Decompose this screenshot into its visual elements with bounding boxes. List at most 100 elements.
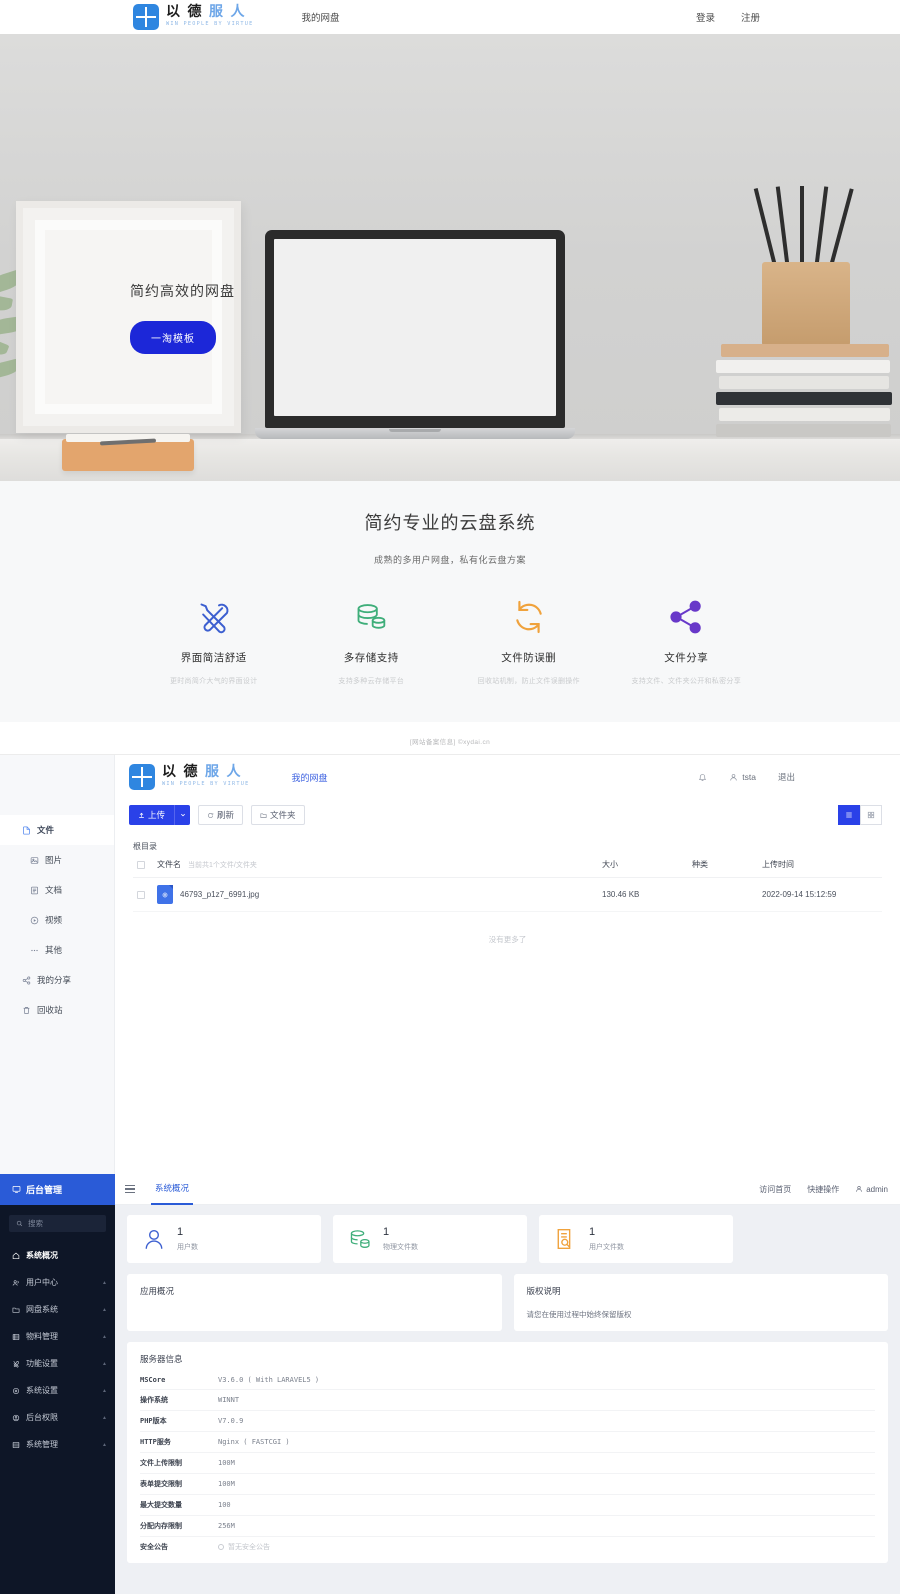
new-folder-button[interactable]: 文件夹 [251, 805, 305, 825]
server-info-panel: 服务器信息 MSCore V3.6.0 ( With LARAVEL5 ) 操作… [127, 1342, 888, 1563]
admin-user-menu[interactable]: admin [855, 1185, 888, 1194]
hero-books [716, 344, 892, 440]
table-row[interactable]: 46793_p1z7_6991.jpg 130.46 KB 2022-09-14… [133, 878, 882, 912]
admin-menu-label: 后台权限 [26, 1413, 58, 1422]
server-info-key: 操作系统 [140, 1396, 168, 1404]
sidebar-item-other[interactable]: 其他 [0, 935, 114, 965]
stat-card-physical-files: 1 物理文件数 [333, 1215, 527, 1263]
refresh-button[interactable]: 刷新 [198, 805, 244, 825]
server-info-row: PHP版本 V7.0.9 [140, 1411, 875, 1432]
file-time-cell: 2022-09-14 15:12:59 [762, 890, 837, 899]
server-info-row: 表单提交限制 100M [140, 1474, 875, 1495]
user-icon [730, 773, 737, 781]
share-icon [22, 975, 31, 985]
sidebar-item-recycle[interactable]: 回收站 [0, 995, 114, 1025]
refresh-label: 刷新 [217, 810, 235, 820]
features-list: 界面简洁舒适 更时尚简介大气的界面设计 多存储支持 支持多种云存储平台 文件防误… [0, 594, 900, 686]
chevron-up-icon: ▲ [102, 1387, 107, 1394]
sidebar-item-videos[interactable]: 视频 [0, 905, 114, 935]
chevron-up-icon: ▲ [102, 1414, 107, 1421]
search-icon [16, 1220, 23, 1227]
ellipsis-icon [31, 949, 38, 951]
admin-menu-label: 物料管理 [26, 1332, 58, 1341]
admin-menu-materials[interactable]: 物料管理 ▲ [0, 1323, 115, 1350]
list-view-icon[interactable] [838, 805, 860, 825]
monitor-icon [12, 1186, 21, 1193]
feature-desc: 更时尚简介大气的界面设计 [169, 678, 258, 685]
server-info-value: 256M [218, 1522, 235, 1530]
admin-menu-functions[interactable]: 功能设置 ▲ [0, 1350, 115, 1377]
sidebar-item-files[interactable]: 文件 [0, 815, 114, 845]
breadcrumb[interactable]: 根目录 [115, 831, 900, 852]
server-info-row: 最大提交数量 100 [140, 1495, 875, 1516]
image-file-icon [157, 885, 173, 904]
netdisk-toolbar: 上传 刷新 文件夹 [115, 799, 900, 831]
sidebar-item-images[interactable]: 图片 [0, 845, 114, 875]
feature-desc: 支持文件、文件夹公开和私密分享 [631, 678, 741, 685]
panel-app-overview: 应用概况 [127, 1274, 502, 1331]
nav-item-my-disk[interactable]: 我的网盘 [301, 10, 339, 24]
admin-menu-users[interactable]: 用户中心 ▲ [0, 1269, 115, 1296]
upload-icon [139, 812, 144, 818]
server-info-key: HTTP服务 [140, 1438, 171, 1446]
site-nav: 我的网盘 [301, 10, 339, 24]
hero-banner: 简约高效的网盘 一淘模板 [0, 34, 900, 481]
tab-system-overview[interactable]: 系统概况 [151, 1174, 194, 1205]
file-table-header: 文件名 当前共1个文件/文件夹 大小 种类 上传时间 [133, 852, 882, 878]
select-all-checkbox[interactable] [137, 860, 145, 869]
netdisk-sidebar: 文件 图片 文档 视频 其他 我的分享 回收站 [0, 755, 115, 1174]
admin-menu-netdisk[interactable]: 网盘系统 ▲ [0, 1296, 115, 1323]
upload-button[interactable]: 上传 [129, 805, 175, 825]
stat-value: 1 [589, 1225, 596, 1238]
chevron-up-icon: ▲ [102, 1333, 107, 1340]
feature-name: 文件分享 [664, 652, 709, 664]
grid-view-icon[interactable] [860, 805, 882, 825]
admin-logo[interactable]: 后台管理 [0, 1174, 115, 1205]
admin-search-input[interactable]: 搜索 [9, 1215, 106, 1232]
nav-item-my-disk[interactable]: 我的网盘 [291, 773, 327, 783]
row-checkbox[interactable] [137, 890, 145, 899]
server-info-value: 100M [218, 1480, 235, 1488]
netdisk-app: 文件 图片 文档 视频 其他 我的分享 回收站 以 德 服 人 WIN PEOP… [0, 754, 900, 1174]
menu-toggle-icon[interactable] [125, 1184, 135, 1194]
register-link[interactable]: 注册 [741, 10, 760, 24]
logout-button[interactable]: 退出 [778, 771, 795, 783]
admin-panel: 后台管理 搜索 系统概况 用户中心 ▲ 网盘系统 ▲ 物料管理 ▲ 功能设置 ▲… [0, 1174, 900, 1594]
admin-menu-label: 系统概况 [26, 1251, 58, 1260]
feature-card: 界面简洁舒适 更时尚简介大气的界面设计 [135, 594, 293, 686]
view-toggle-group [838, 805, 882, 825]
hero-pencil-cup [762, 262, 850, 346]
col-header-name: 文件名 当前共1个文件/文件夹 [157, 860, 257, 869]
features-title: 简约专业的云盘系统 [364, 513, 536, 533]
site-header-actions: 登录 注册 [696, 10, 760, 24]
quick-actions-button[interactable]: 快捷操作 [807, 1184, 839, 1195]
login-link[interactable]: 登录 [696, 10, 715, 24]
chevron-up-icon: ▲ [102, 1306, 107, 1313]
hero-title: 简约高效的网盘 [130, 283, 235, 299]
col-header-kind: 种类 [692, 860, 708, 869]
upload-dropdown-button[interactable] [174, 805, 191, 825]
admin-menu-permissions[interactable]: 后台权限 ▲ [0, 1404, 115, 1431]
list-icon [12, 1333, 20, 1340]
refresh-icon [450, 594, 608, 640]
admin-menu-system-settings[interactable]: 系统设置 ▲ [0, 1377, 115, 1404]
admin-menu-system-manage[interactable]: 系统管理 ▲ [0, 1431, 115, 1458]
features-subtitle: 成熟的多用户网盘，私有化云盘方案 [373, 555, 526, 565]
folder-icon [260, 813, 267, 818]
chevron-up-icon: ▲ [102, 1360, 107, 1367]
sidebar-item-docs[interactable]: 文档 [0, 875, 114, 905]
feature-name: 文件防误删 [501, 652, 557, 664]
visit-home-button[interactable]: 访问首页 [759, 1184, 791, 1195]
gear-icon [12, 1387, 20, 1394]
user-menu[interactable]: tsta [729, 772, 756, 782]
sidebar-item-my-shares[interactable]: 我的分享 [0, 965, 114, 995]
notifications-button[interactable] [698, 773, 707, 782]
netdisk-logo[interactable]: 以 德 服 人 WIN PEOPLE BY VIRTUE [129, 764, 249, 790]
sidebar-item-label: 图片 [45, 855, 63, 865]
hero-cta-button[interactable]: 一淘模板 [130, 321, 216, 354]
site-logo[interactable]: 以 德 服 人 WIN PEOPLE BY VIRTUE [133, 4, 253, 30]
database-icon [293, 594, 451, 640]
trash-icon [23, 1006, 30, 1014]
admin-menu-overview[interactable]: 系统概况 [0, 1242, 115, 1269]
server-info-key: 表单提交限制 [140, 1480, 182, 1488]
